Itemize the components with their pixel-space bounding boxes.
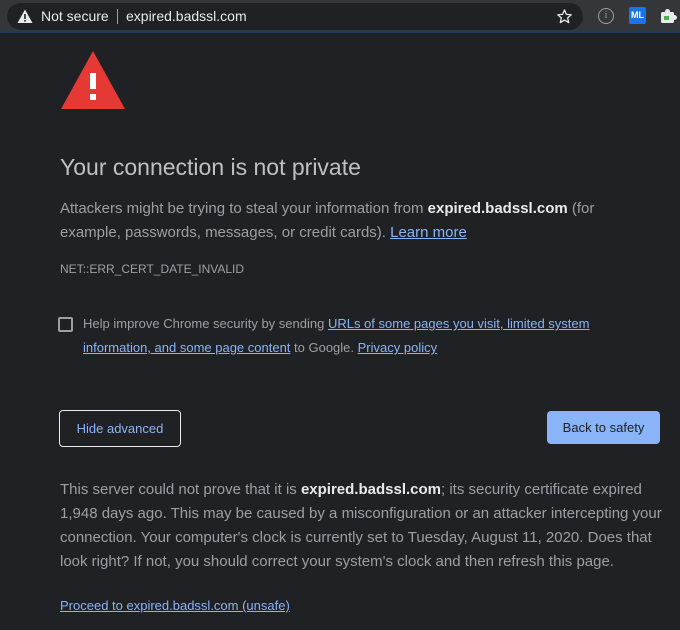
- page-title: Your connection is not private: [60, 154, 361, 180]
- browser-toolbar: Not secure expired.badssl.com i ML: [0, 0, 680, 33]
- opt-in-text-before: Help improve Chrome security by sending: [83, 316, 328, 331]
- url-text[interactable]: expired.badssl.com: [126, 8, 247, 25]
- opt-in-text-middle: to Google.: [290, 340, 358, 355]
- omnibox-divider: [117, 9, 118, 24]
- details-paragraph: This server could not prove that it is e…: [60, 478, 665, 574]
- error-code: NET::ERR_CERT_DATE_INVALID: [60, 262, 245, 276]
- details-domain: expired.badssl.com: [300, 481, 441, 498]
- puzzle-extension-icon[interactable]: [660, 7, 678, 25]
- privacy-policy-link[interactable]: Privacy policy: [358, 340, 437, 355]
- opt-in-text: Help improve Chrome security by sending …: [83, 312, 623, 360]
- intro-domain: expired.badssl.com: [427, 200, 568, 217]
- hide-advanced-button[interactable]: Hide advanced: [59, 410, 181, 447]
- ml-extension-icon[interactable]: ML: [629, 7, 646, 24]
- opt-in-checkbox[interactable]: [58, 317, 73, 332]
- danger-warning-icon: [61, 51, 125, 109]
- intro-paragraph: Attackers might be trying to steal your …: [60, 197, 620, 245]
- proceed-unsafe-link[interactable]: Proceed to expired.badssl.com (unsafe): [60, 598, 290, 614]
- warning-triangle-icon[interactable]: [17, 9, 33, 24]
- intro-text: Attackers might be trying to steal your …: [60, 200, 428, 217]
- back-to-safety-button[interactable]: Back to safety: [547, 411, 660, 444]
- bookmark-star-icon[interactable]: [556, 8, 573, 25]
- security-status[interactable]: Not secure: [41, 8, 109, 25]
- info-circle-icon[interactable]: i: [598, 8, 614, 24]
- address-bar[interactable]: Not secure expired.badssl.com: [7, 3, 583, 30]
- learn-more-link[interactable]: Learn more: [390, 224, 467, 241]
- details-text: This server could not prove that it is: [60, 481, 301, 498]
